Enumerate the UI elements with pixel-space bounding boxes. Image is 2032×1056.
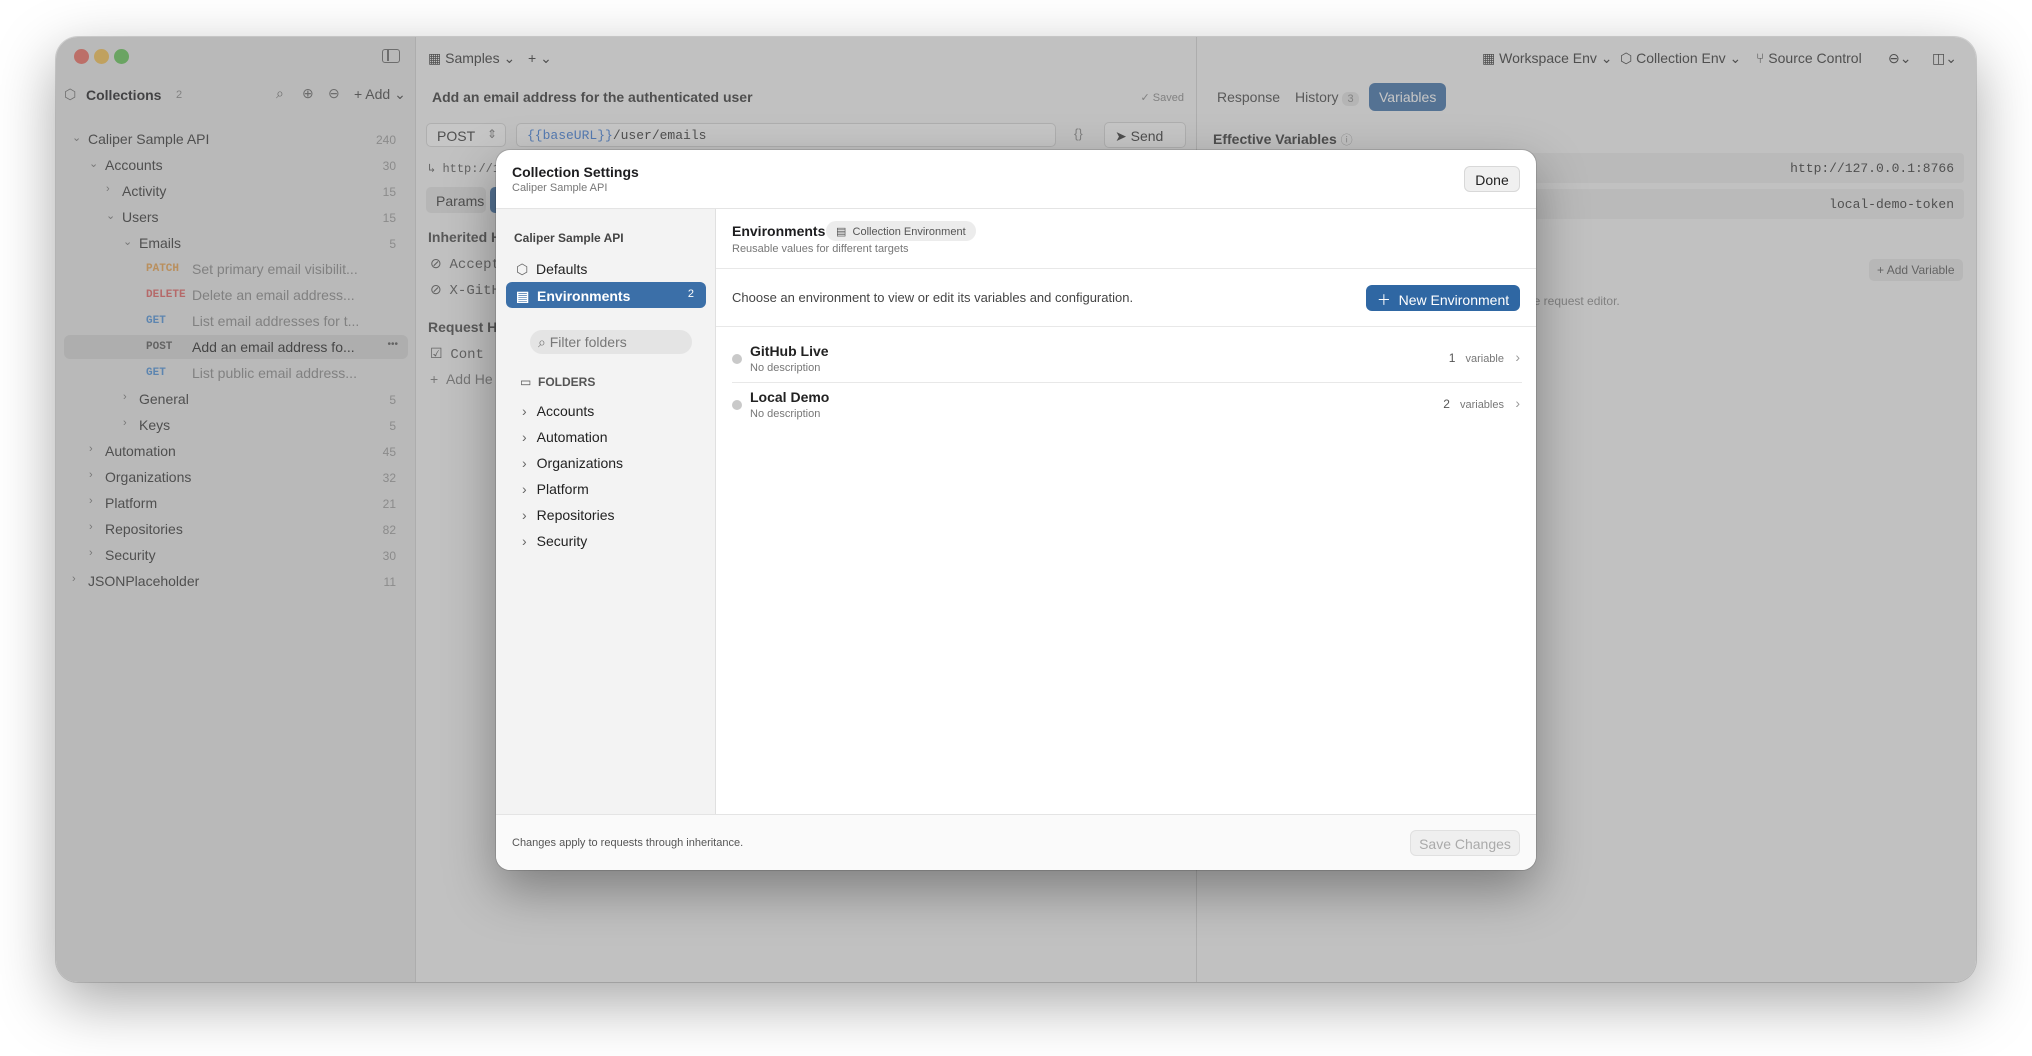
variable-count: 2 variables: [1443, 397, 1504, 411]
nav-defaults-label: Defaults: [536, 261, 588, 277]
nav-environments-label: Environments: [537, 288, 631, 304]
variable-count-number: 2: [1443, 397, 1450, 411]
environments-pane: Environments ▤ Collection Environment Re…: [716, 209, 1536, 814]
variable-count-unit: variable: [1465, 353, 1504, 365]
settings-nav: Caliper Sample API ⬡ Defaults ▤ Environm…: [496, 209, 716, 814]
folder-label: Automation: [536, 429, 608, 445]
chevron-right-icon: ›: [522, 481, 527, 497]
search-icon: ⌕: [538, 334, 546, 350]
section-title: Environments: [732, 223, 826, 239]
folder-label: Accounts: [536, 403, 595, 419]
dialog-subtitle: Caliper Sample API: [512, 182, 608, 194]
new-environment-button[interactable]: ＋ New Environment: [1366, 285, 1520, 311]
footer-note: Changes apply to requests through inheri…: [512, 837, 744, 849]
folder-item[interactable]: › Organizations: [522, 455, 623, 471]
done-button[interactable]: Done: [1464, 166, 1520, 192]
choose-row: Choose an environment to view or edit it…: [716, 269, 1536, 327]
environment-row[interactable]: Local Demo No description 2 variables ›: [732, 383, 1522, 429]
app-window: ⬡ Collections 2 ⌕ ⊕ ⊖ + Add ⌄ ⌄ Caliper S…: [56, 37, 1976, 982]
chevron-right-icon: ›: [522, 429, 527, 445]
chevron-right-icon: ›: [1515, 395, 1520, 411]
folders-header: ▭ FOLDERS: [520, 375, 595, 389]
environment-status-dot: [732, 354, 742, 364]
section-subtitle: Reusable values for different targets: [732, 243, 909, 255]
folders-header-label: FOLDERS: [538, 375, 596, 389]
collection-environment-badge: ▤ Collection Environment: [826, 221, 976, 241]
variable-count-unit: variables: [1459, 399, 1504, 411]
badge-label: Collection Environment: [852, 226, 966, 238]
plus-icon: ＋: [1376, 292, 1391, 308]
filter-placeholder: Filter folders: [549, 334, 627, 350]
new-env-label: New Environment: [1398, 292, 1510, 308]
folder-item[interactable]: › Repositories: [522, 507, 615, 523]
dialog-header: Collection Settings Caliper Sample API D…: [496, 150, 1536, 209]
nav-item-defaults[interactable]: ⬡ Defaults: [506, 255, 706, 281]
environment-status-dot: [732, 400, 742, 410]
chevron-right-icon: ›: [522, 533, 527, 549]
folder-icon: ▭: [520, 375, 532, 389]
environment-name: GitHub Live: [750, 343, 829, 359]
filter-folders-input[interactable]: ⌕ Filter folders: [530, 330, 692, 354]
nav-env-count: 2: [687, 288, 694, 300]
folder-item[interactable]: › Accounts: [522, 403, 594, 419]
variable-count-number: 1: [1448, 351, 1456, 365]
folder-item[interactable]: › Automation: [522, 429, 608, 445]
list-icon: ▤: [516, 288, 530, 304]
chevron-right-icon: ›: [522, 507, 527, 523]
folder-label: Security: [536, 533, 588, 549]
nav-header: Caliper Sample API: [514, 231, 624, 245]
folder-label: Platform: [536, 481, 589, 497]
chevron-right-icon: ›: [522, 455, 527, 471]
section-header: Environments ▤ Collection Environment Re…: [716, 209, 1536, 269]
variable-count: 1 variable: [1449, 351, 1504, 365]
collection-settings-dialog: Collection Settings Caliper Sample API D…: [496, 150, 1536, 870]
nav-item-environments[interactable]: ▤ Environments 2: [506, 282, 706, 308]
environment-description: No description: [750, 362, 821, 374]
save-changes-button[interactable]: Save Changes: [1410, 830, 1520, 856]
cube-icon: ⬡: [516, 261, 529, 277]
dialog-title: Collection Settings: [512, 164, 639, 180]
environment-description: No description: [750, 408, 821, 420]
choose-text: Choose an environment to view or edit it…: [732, 290, 1134, 305]
folder-label: Organizations: [536, 455, 624, 471]
folder-item[interactable]: › Security: [522, 533, 587, 549]
chevron-right-icon: ›: [1515, 349, 1520, 365]
done-label: Done: [1475, 172, 1509, 188]
folder-label: Repositories: [536, 507, 615, 523]
save-label: Save Changes: [1419, 836, 1511, 852]
folder-item[interactable]: › Platform: [522, 481, 589, 497]
dialog-footer: Changes apply to requests through inheri…: [496, 814, 1536, 870]
environment-name: Local Demo: [750, 389, 830, 405]
environment-row[interactable]: GitHub Live No description 1 variable ›: [732, 337, 1522, 383]
chevron-right-icon: ›: [522, 403, 527, 419]
